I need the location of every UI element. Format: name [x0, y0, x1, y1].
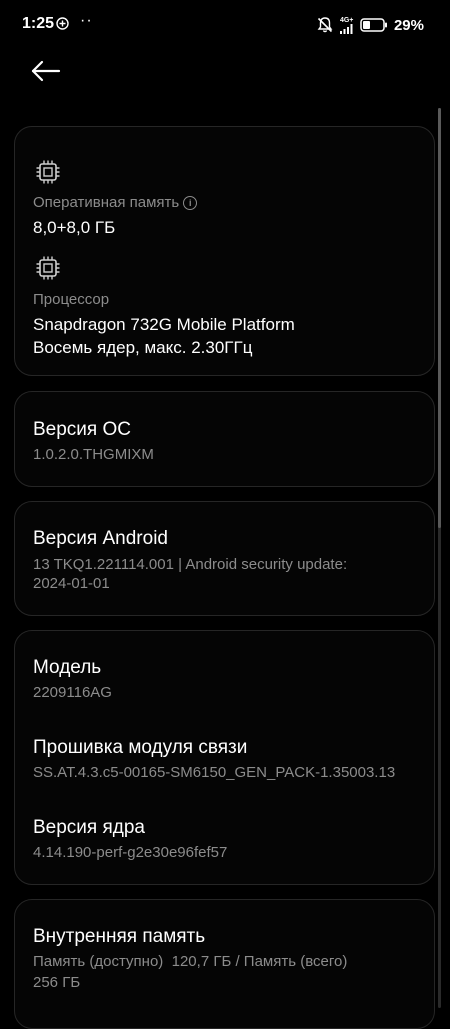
- signal-icon: [339, 23, 353, 34]
- hardware-card: Оперативная память i 8,0+8,0 ГБ Процессор…: [14, 126, 435, 376]
- device-info-card: Модель 2209116AG Прошивка модуля связи S…: [14, 630, 435, 885]
- ram-chip-icon: [36, 160, 60, 184]
- cpu-label: Процессор: [33, 291, 110, 308]
- network-indicator: 4G+: [339, 16, 354, 34]
- more-dots-icon: ··: [80, 12, 93, 29]
- kernel-title: Версия ядра: [33, 817, 145, 838]
- status-time: 1:25: [22, 15, 55, 32]
- plus-circle-icon: [56, 17, 69, 30]
- status-bar: 1:25 ·· 4G+ 29%: [0, 0, 450, 50]
- battery-percent: 29%: [393, 16, 424, 34]
- network-type: 4G+: [339, 16, 354, 24]
- android-version-line2: 2024-01-01: [33, 575, 110, 592]
- ram-label: Оперативная память: [33, 194, 180, 211]
- bell-muted-icon: [317, 17, 333, 33]
- cpu-chip-icon: [36, 256, 60, 280]
- cpu-value-line2: Восемь ядер, макс. 2.30ГГц: [33, 338, 253, 357]
- model-value: 2209116AG: [33, 684, 112, 701]
- storage-card[interactable]: Внутренняя память Память (доступно) 120,…: [14, 899, 435, 1029]
- ram-value: 8,0+8,0 ГБ: [33, 218, 116, 237]
- scrollbar[interactable]: [438, 108, 441, 1008]
- storage-line1: Память (доступно) 120,7 ГБ / Память (все…: [33, 953, 348, 970]
- android-version-card[interactable]: Версия Android 13 TKQ1.221114.001 | Andr…: [14, 501, 435, 616]
- scrollbar-thumb[interactable]: [438, 108, 441, 528]
- cpu-value-line1: Snapdragon 732G Mobile Platform: [33, 315, 295, 334]
- model-title: Модель: [33, 657, 102, 678]
- baseband-value: SS.AT.4.3.c5-00165-SM6150_GEN_PACK-1.350…: [33, 764, 396, 781]
- android-version-line1: 13 TKQ1.221114.001 | Android security up…: [33, 556, 348, 573]
- os-version-card[interactable]: Версия ОС 1.0.2.0.THGMIXM: [14, 391, 435, 487]
- arrow-left-icon[interactable]: [28, 56, 64, 86]
- status-right-group: 4G+ 29%: [316, 14, 424, 36]
- storage-title: Внутренняя память: [33, 926, 206, 947]
- android-version-title: Версия Android: [33, 528, 168, 549]
- battery-icon: [360, 18, 387, 32]
- storage-line2: 256 ГБ: [33, 974, 81, 991]
- baseband-title: Прошивка модуля связи: [33, 737, 248, 758]
- os-version-title: Версия ОС: [33, 419, 131, 440]
- info-icon[interactable]: i: [183, 196, 198, 210]
- ram-label-row: Оперативная память i: [33, 194, 198, 211]
- kernel-value: 4.14.190-perf-g2e30e96fef57: [33, 844, 228, 861]
- os-version-value: 1.0.2.0.THGMIXM: [33, 446, 154, 463]
